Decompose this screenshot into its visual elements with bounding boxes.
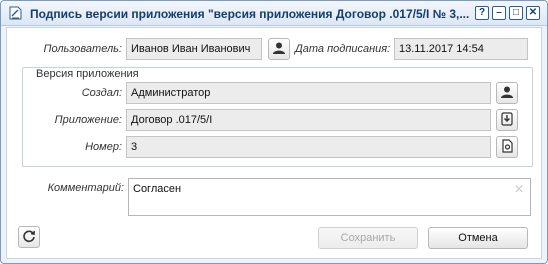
comment-label: Комментарий: [47,182,124,194]
dialog-window: Подпись версии приложения "версия прилож… [0,0,548,264]
cancel-button[interactable]: Отмена [428,227,528,249]
comment-textarea[interactable]: Согласен ✕ [128,178,531,216]
attachment-field[interactable]: Договор .017/5/I [126,109,491,131]
user-field[interactable]: Иванов Иван Иванович [126,38,262,60]
sign-date-field[interactable]: 13.11.2017 14:54 [394,38,528,60]
number-label: Номер: [85,141,122,153]
attachment-label: Приложение: [54,114,122,126]
maximize-button[interactable]: □ [509,6,523,20]
comment-text: Согласен [133,183,182,195]
user-icon [272,41,286,58]
download-button[interactable] [496,109,518,131]
clear-icon[interactable]: ✕ [514,182,524,196]
user-icon [500,85,514,102]
number-field[interactable]: 3 [126,136,491,158]
minimize-button[interactable]: – [492,6,506,20]
title-bar[interactable]: Подпись версии приложения "версия прилож… [1,1,547,26]
save-button[interactable]: Сохранить [318,227,418,249]
dialog-body: Пользователь: Иванов Иван Иванович Дата … [6,27,542,259]
open-document-icon [501,138,514,156]
created-by-label: Создал: [81,87,122,99]
window-title: Подпись версии приложения "версия прилож… [30,7,470,21]
select-user-button[interactable] [268,38,290,60]
sign-date-label: Дата подписания: [295,43,391,55]
close-button[interactable]: ✕ [526,6,540,20]
created-by-field[interactable]: Администратор [126,82,491,104]
help-button[interactable]: ? [475,6,489,20]
version-group-legend: Версия приложения [33,68,142,80]
download-icon [501,111,513,129]
user-label: Пользователь: [43,43,122,55]
select-creator-button[interactable] [496,82,518,104]
document-sign-icon [9,6,22,20]
refresh-button[interactable] [18,226,40,248]
refresh-icon [22,229,36,246]
open-version-button[interactable] [496,136,518,158]
